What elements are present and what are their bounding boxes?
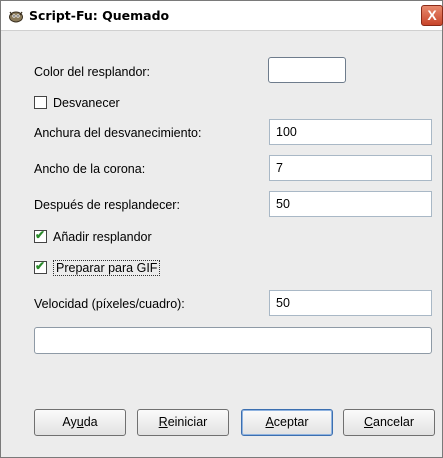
window-title: Script-Fu: Quemado [29, 8, 170, 23]
speed-label: Velocidad (píxeles/cuadro): [34, 297, 185, 311]
title-bar[interactable]: Script-Fu: Quemado X [1, 1, 443, 31]
progress-bar [34, 327, 432, 354]
fade-width-label: Anchura del desvanecimiento: [34, 126, 202, 140]
speed-field[interactable]: 50 [269, 290, 432, 316]
glow-color-label: Color del resplandor: [34, 65, 151, 79]
check-mark-icon: ✔ [35, 259, 46, 273]
fade-width-value: 100 [276, 125, 297, 139]
prepare-gif-checkbox[interactable]: ✔ Preparar para GIF [34, 259, 161, 276]
close-button[interactable]: X [421, 5, 443, 26]
corona-width-label: Ancho de la corona: [34, 162, 146, 176]
check-mark-icon: ✔ [35, 228, 46, 242]
prepare-gif-checkbox-box[interactable]: ✔ [34, 259, 47, 274]
add-glow-checkbox[interactable]: ✔ Añadir resplandor [34, 228, 152, 244]
corona-width-field[interactable]: 7 [269, 155, 432, 181]
ok-label-post: ceptar [273, 415, 309, 429]
reset-label-post: einiciar [167, 415, 208, 429]
ok-button[interactable]: Aceptar [241, 409, 333, 436]
ok-label-mnemonic: A [265, 415, 274, 429]
after-glow-value: 50 [276, 197, 290, 211]
fade-away-checkbox-box[interactable] [34, 96, 47, 109]
after-glow-label: Después de resplandecer: [34, 198, 180, 212]
help-button[interactable]: Ayuda [34, 409, 126, 436]
gimp-wilber-icon [9, 11, 23, 23]
corona-width-value: 7 [276, 161, 283, 175]
after-glow-field[interactable]: 50 [269, 191, 432, 217]
close-icon: X [427, 7, 437, 23]
cancel-label-mnemonic: C [363, 415, 374, 429]
prepare-gif-label: Preparar para GIF [53, 260, 161, 276]
help-label-pre: Ay [62, 415, 77, 429]
cancel-label-post: ancelar [373, 415, 415, 429]
fade-away-checkbox[interactable]: Desvanecer [34, 96, 120, 110]
cancel-button[interactable]: Cancelar [343, 409, 435, 436]
fade-width-field[interactable]: 100 [269, 119, 432, 145]
reset-button[interactable]: Reiniciar [137, 409, 229, 436]
help-label-mnemonic: u [76, 415, 84, 429]
reset-label-mnemonic: R [158, 415, 168, 429]
help-label-post: da [83, 415, 98, 429]
add-glow-label: Añadir resplandor [53, 230, 152, 244]
speed-value: 50 [276, 296, 290, 310]
fade-away-label: Desvanecer [53, 96, 120, 110]
script-fu-dialog: Script-Fu: Quemado X Color del resplando… [0, 0, 443, 458]
add-glow-checkbox-box[interactable]: ✔ [34, 228, 47, 243]
glow-color-button[interactable] [268, 57, 346, 83]
